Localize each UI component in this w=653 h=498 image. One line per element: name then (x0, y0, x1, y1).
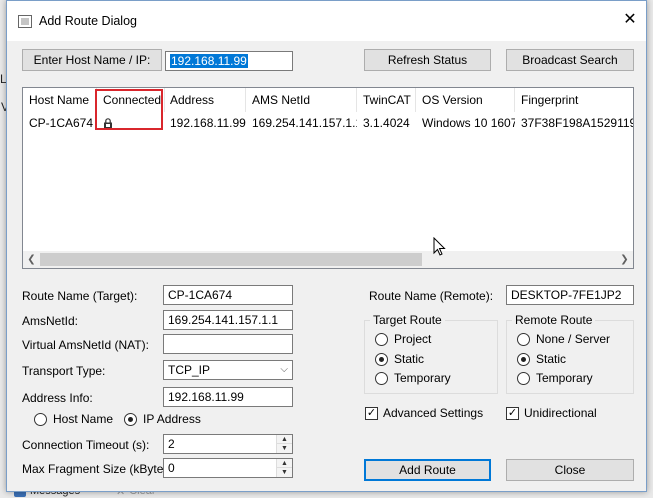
enter-host-button[interactable]: Enter Host Name / IP: (22, 49, 162, 71)
spin-up-icon[interactable]: ▲ (277, 435, 292, 444)
transport-type-select[interactable]: TCP_IP ⌵ (163, 360, 293, 380)
host-ip-input[interactable]: 192.168.11.99 (165, 51, 293, 71)
route-name-remote-input[interactable]: DESKTOP-7FE1JP2 (506, 285, 634, 305)
advanced-settings-checkbox[interactable]: ✓ Advanced Settings (365, 406, 483, 420)
address-info-input[interactable]: 192.168.11.99 (163, 387, 293, 407)
address-info-label: Address Info: (22, 391, 93, 405)
radio-unchecked-icon (375, 371, 388, 385)
remote-none-server-radio[interactable]: None / Server (517, 332, 610, 346)
refresh-status-button[interactable]: Refresh Status (364, 49, 491, 71)
connection-timeout-value: 2 (168, 437, 175, 451)
transport-type-value: TCP_IP (168, 363, 211, 377)
window-icon (18, 15, 32, 28)
target-temporary-label: Temporary (394, 371, 451, 385)
broadcast-search-button[interactable]: Broadcast Search (506, 49, 634, 71)
connection-timeout-stepper[interactable]: 2 ▲ ▼ (163, 434, 293, 454)
max-fragment-label: Max Fragment Size (kByte): (22, 462, 171, 476)
spin-down-icon[interactable]: ▼ (277, 444, 292, 453)
amsnetid-input[interactable]: 169.254.141.157.1.1 (163, 310, 293, 330)
remote-none-server-label: None / Server (536, 332, 611, 346)
ip-address-radio-label: IP Address (143, 412, 201, 426)
cell-os-version: Windows 10 1607 (422, 116, 515, 130)
target-route-title: Target Route (370, 313, 445, 327)
chevron-down-icon: ⌵ (280, 364, 288, 375)
host-name-radio[interactable]: Host Name (34, 412, 113, 426)
close-button[interactable]: Close (506, 459, 634, 481)
scroll-left-icon[interactable]: ❮ (23, 251, 40, 268)
radio-unchecked-icon (517, 371, 530, 385)
dialog-title: Add Route Dialog (39, 14, 137, 28)
scrollbar-thumb[interactable] (40, 253, 422, 266)
column-header-fingerprint[interactable]: Fingerprint (515, 88, 633, 112)
spin-buttons[interactable]: ▲ ▼ (276, 459, 292, 477)
target-static-label: Static (394, 352, 425, 366)
cell-ams-netid: 169.254.141.157.1.1 (252, 116, 357, 130)
column-header-host-name[interactable]: Host Name (23, 88, 97, 112)
radio-checked-icon (124, 412, 137, 426)
radio-unchecked-icon (34, 412, 47, 426)
remote-temporary-radio[interactable]: Temporary (517, 371, 593, 385)
checkmark-icon: ✓ (365, 406, 378, 420)
column-header-os-version[interactable]: OS Version (416, 88, 515, 112)
virtual-amsnetid-input[interactable] (163, 334, 293, 354)
remote-route-title: Remote Route (512, 313, 596, 327)
spin-buttons[interactable]: ▲ ▼ (276, 435, 292, 453)
route-name-remote-label: Route Name (Remote): (369, 289, 494, 303)
target-project-radio[interactable]: Project (375, 332, 431, 346)
cell-host-name: CP-1CA674 (29, 116, 94, 130)
remote-temporary-label: Temporary (536, 371, 593, 385)
host-name-radio-label: Host Name (53, 412, 114, 426)
radio-checked-icon (375, 352, 388, 366)
spin-up-icon[interactable]: ▲ (277, 459, 292, 468)
target-temporary-radio[interactable]: Temporary (375, 371, 451, 385)
column-header-ams-netid[interactable]: AMS NetId (246, 88, 357, 112)
column-header-address[interactable]: Address (164, 88, 246, 112)
radio-unchecked-icon (375, 332, 388, 346)
target-static-radio[interactable]: Static (375, 352, 424, 366)
cell-address: 192.168.11.99 (170, 116, 246, 130)
spin-down-icon[interactable]: ▼ (277, 468, 292, 477)
mouse-pointer-icon (433, 237, 446, 256)
title-bar[interactable]: Add Route Dialog ✕ (7, 1, 646, 41)
ip-address-radio[interactable]: IP Address (124, 412, 201, 426)
cell-twincat: 3.1.4024 (363, 116, 410, 130)
connected-column-highlight (95, 89, 163, 130)
checkmark-icon: ✓ (506, 406, 519, 420)
host-ip-input-text: 192.168.11.99 (170, 54, 248, 68)
horizontal-scrollbar[interactable]: ❮ ❯ (23, 251, 633, 268)
virtual-amsnetid-label: Virtual AmsNetId (NAT): (22, 338, 149, 352)
radio-unchecked-icon (517, 332, 530, 346)
add-route-dialog: Add Route Dialog ✕ Enter Host Name / IP:… (6, 0, 647, 492)
add-route-button[interactable]: Add Route (364, 459, 491, 481)
transport-type-label: Transport Type: (22, 364, 106, 378)
scroll-right-icon[interactable]: ❯ (616, 251, 633, 268)
radio-checked-icon (517, 352, 530, 366)
column-header-twincat[interactable]: TwinCAT (357, 88, 416, 112)
close-icon[interactable]: ✕ (621, 11, 639, 29)
target-project-label: Project (394, 332, 432, 346)
max-fragment-value: 0 (168, 461, 175, 475)
amsnetid-label: AmsNetId: (22, 314, 79, 328)
unidirectional-label: Unidirectional (524, 406, 597, 420)
connection-timeout-label: Connection Timeout (s): (22, 438, 150, 452)
max-fragment-stepper[interactable]: 0 ▲ ▼ (163, 458, 293, 478)
route-name-target-input[interactable]: CP-1CA674 (163, 285, 293, 305)
advanced-settings-label: Advanced Settings (383, 406, 484, 420)
remote-static-label: Static (536, 352, 567, 366)
cell-fingerprint: 37F38F198A152911936A (521, 116, 633, 130)
remote-static-radio[interactable]: Static (517, 352, 566, 366)
unidirectional-checkbox[interactable]: ✓ Unidirectional (506, 406, 597, 420)
route-name-target-label: Route Name (Target): (22, 289, 138, 303)
